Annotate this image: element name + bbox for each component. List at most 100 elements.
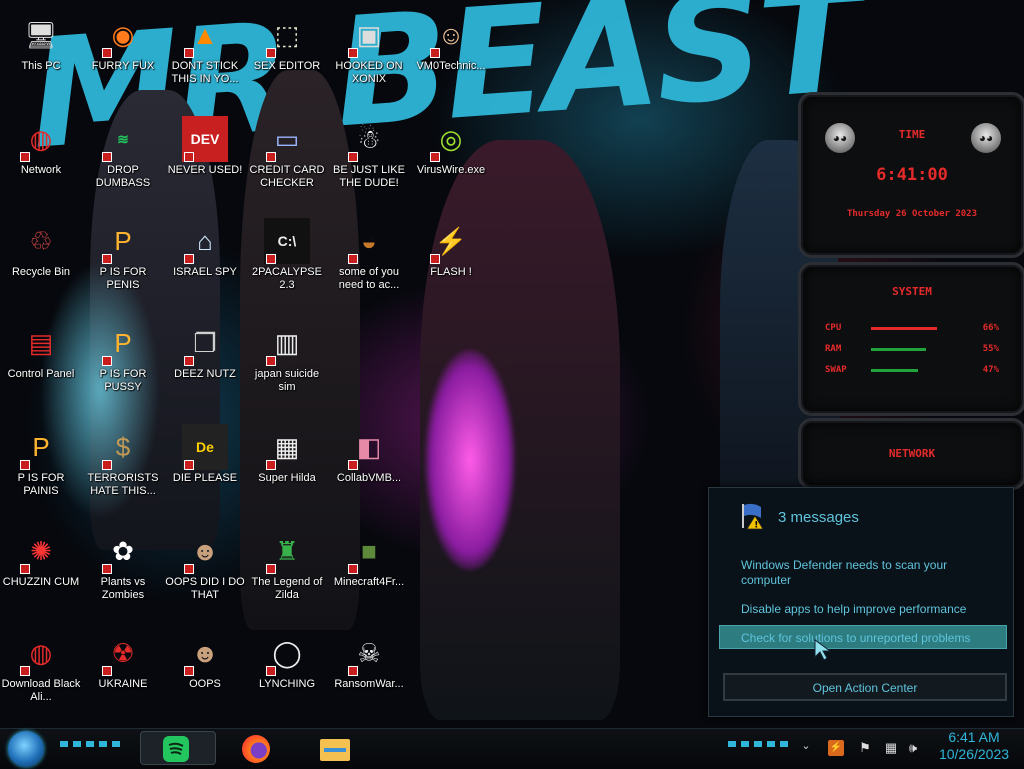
- desktop-icon-2pacalypse-2-3[interactable]: C:\ 2PACALYPSE 2.3: [246, 214, 328, 310]
- cpu-value: 66%: [982, 323, 999, 333]
- tray-firewall-icon[interactable]: ⚡: [828, 740, 844, 756]
- desktop-icon-label: RansomWar...: [334, 678, 404, 690]
- desktop-icon-die-please[interactable]: De DIE PLEASE: [164, 420, 246, 516]
- desktop-icon-ukraine[interactable]: ☢ UKRAINE: [82, 626, 164, 722]
- taskbar-button-explorer[interactable]: [318, 733, 352, 765]
- recycle-icon: ♲: [29, 225, 53, 256]
- shortcut-arrow-icon: [20, 666, 30, 676]
- desktop-icon-label: P IS FOR PAINIS: [17, 472, 65, 497]
- swap-value: 47%: [982, 365, 999, 375]
- desktop-icon-super-hilda[interactable]: ▦ Super Hilda: [246, 420, 328, 516]
- shortcut-arrow-icon: [430, 48, 440, 58]
- desktop-icon-plants-vs-zombies[interactable]: ✿ Plants vs Zombies: [82, 524, 164, 620]
- shortcut-arrow-icon: [348, 48, 358, 58]
- desktop-icon-this-pc[interactable]: 🖥 This PC: [0, 8, 82, 104]
- money-bag-icon: $: [100, 424, 146, 470]
- shortcut-arrow-icon: [348, 460, 358, 470]
- desktop-icon-oops[interactable]: ☻ OOPS: [164, 626, 246, 722]
- desktop-icon-download-black-ali[interactable]: ◍ Download Black Ali...: [0, 626, 82, 722]
- desktop-icon-drop-dumbass[interactable]: ≋ DROP DUMBASS: [82, 112, 164, 208]
- radiation-icon: ☢: [100, 630, 146, 676]
- desktop-icon-label: Recycle Bin: [11, 266, 71, 278]
- flash-icon: ⚡: [428, 218, 474, 264]
- start-button[interactable]: [8, 731, 44, 767]
- desktop-icon-some-of-you-need-to-ac[interactable]: ◒ some of you need to ac...: [328, 214, 410, 310]
- desktop-icon-sex-editor[interactable]: ⬚ SEX EDITOR: [246, 8, 328, 104]
- vlc-icon: ▲: [182, 12, 228, 58]
- desktop-icon-label: CHUZZIN CUM: [2, 576, 80, 588]
- desktop-icon-be-just-like-the-dude[interactable]: ☃ BE JUST LIKE THE DUDE!: [328, 112, 410, 208]
- notification-message-disable-apps[interactable]: Disable apps to help improve performance: [741, 602, 1001, 617]
- desktop-icon-label: some of you need to ac...: [338, 266, 400, 291]
- shortcut-arrow-icon: [266, 48, 276, 58]
- dev-icon: DEV: [182, 116, 228, 162]
- desktop-icon-label: Minecraft4Fr...: [333, 576, 405, 588]
- cpu-bar: [871, 327, 937, 330]
- desktop-icon-control-panel[interactable]: ▤ Control Panel: [0, 316, 82, 412]
- clock-date: 10/26/2023: [938, 746, 1010, 762]
- desktop-icon-never-used[interactable]: DEV NEVER USED!: [164, 112, 246, 208]
- show-hidden-icons-button[interactable]: ⌄: [798, 739, 814, 755]
- desktop-icon-dont-stick-this-in-yo[interactable]: ▲ DONT STICK THIS IN YO...: [164, 8, 246, 104]
- open-action-center-button[interactable]: Open Action Center: [723, 673, 1007, 701]
- desktop-icon-p-is-for-painis[interactable]: PP IS FOR PAINIS: [0, 420, 82, 516]
- desktop-icon-credit-card-checker[interactable]: ▭ CREDIT CARD CHECKER: [246, 112, 328, 208]
- spotify-icon: [163, 736, 189, 762]
- desktop-icon-hooked-on-xonix[interactable]: ▣ HOOKED ON XONIX: [328, 8, 410, 104]
- control-panel-icon: ▤: [28, 327, 54, 358]
- desktop-icon-label: japan suicide sim: [254, 368, 320, 393]
- clock[interactable]: 6:41 AM 10/26/2023: [928, 729, 1020, 763]
- desktop-icon-furry-fux[interactable]: ◉ FURRY FUX: [82, 8, 164, 104]
- credit-card-icon: ▭: [264, 116, 310, 162]
- desktop-icon-japan-suicide-sim[interactable]: ▥ japan suicide sim: [246, 316, 328, 412]
- taskbar-button-firefox[interactable]: [240, 733, 272, 765]
- desktop-icon-chuzzin-cum[interactable]: ✺ CHUZZIN CUM: [0, 524, 82, 620]
- shortcut-arrow-icon: [348, 152, 358, 162]
- desktop-icon-recycle-bin[interactable]: ♲ Recycle Bin: [0, 214, 82, 310]
- chuzzle-icon: ✺: [18, 528, 64, 574]
- shortcut-arrow-icon: [184, 460, 194, 470]
- desktop-icon-ransomwar[interactable]: ☠ RansomWar...: [328, 626, 410, 722]
- desktop-icon-the-legend-of-zilda[interactable]: ♜ The Legend of Zilda: [246, 524, 328, 620]
- network-title: NETWORK: [888, 447, 936, 460]
- desktop-icon-flash[interactable]: ⚡ FLASH !: [410, 214, 492, 310]
- de-icon: De: [182, 424, 228, 470]
- desktop-icon-label: FURRY FUX: [91, 60, 155, 72]
- shortcut-arrow-icon: [184, 356, 194, 366]
- desktop-icon-deez-nutz[interactable]: ❐ DEEZ NUTZ: [164, 316, 246, 412]
- swap-label: SWAP: [825, 365, 847, 375]
- desktop-icon-p-is-for-penis[interactable]: PP IS FOR PENIS: [82, 214, 164, 310]
- alienware-icon: ◍: [18, 116, 64, 162]
- desktop-icon-network[interactable]: ◍ Network: [0, 112, 82, 208]
- tray-volume-icon[interactable]: 🕪: [905, 740, 921, 756]
- desktop-icon-collabvmb[interactable]: ◧ CollabVMB...: [328, 420, 410, 516]
- wallpaper-glow-purple: [425, 350, 515, 570]
- desktop-icon-p-is-for-pussy[interactable]: PP IS FOR PUSSY: [82, 316, 164, 412]
- notification-message-solutions[interactable]: Check for solutions to unreported proble…: [741, 631, 1001, 646]
- desktop-icon-label: TERRORISTS HATE THIS...: [87, 472, 159, 497]
- desktop-icon-label: This PC: [21, 60, 61, 72]
- shortcut-arrow-icon: [20, 152, 30, 162]
- tray-action-center-icon[interactable]: ⚑: [857, 740, 873, 756]
- desktop-icon-label: VirusWire.exe: [416, 164, 486, 176]
- taskbar-button-spotify[interactable]: [140, 731, 216, 765]
- cpu-label: CPU: [825, 323, 842, 333]
- desktop[interactable]: MR BEAST 🖥 This PC ◉ FURRY FUX ▲ DONT STICK T…: [0, 0, 1024, 728]
- desktop-icon-label: FLASH !: [430, 266, 472, 278]
- system-gadget[interactable]: SYSTEM CPU 66% RAM 55% SWAP 47%: [798, 262, 1024, 416]
- computer-icon: 🖥: [24, 19, 58, 50]
- time-gadget[interactable]: ◕◕ ◕◕ TIME 6:41:00 Thursday 26 October 2…: [798, 92, 1024, 258]
- security-flag-icon: !: [739, 502, 769, 531]
- desktop-icon-lynching[interactable]: ◯ LYNCHING: [246, 626, 328, 722]
- tray-network-icon[interactable]: ▦: [883, 740, 899, 756]
- desktop-icon-label: BE JUST LIKE THE DUDE!: [333, 164, 405, 189]
- desktop-icon-terrorists-hate-this[interactable]: $ TERRORISTS HATE THIS...: [82, 420, 164, 516]
- desktop-icon-minecraft4fr[interactable]: ■ Minecraft4Fr...: [328, 524, 410, 620]
- desktop-icon-israel-spy[interactable]: ⌂ ISRAEL SPY: [164, 214, 246, 310]
- p-logo-icon: P: [100, 320, 146, 366]
- network-gadget[interactable]: NETWORK: [798, 418, 1024, 490]
- notification-message-defender[interactable]: Windows Defender needs to scan your comp…: [741, 558, 981, 588]
- desktop-icon-viruswire-exe[interactable]: ◎ VirusWire.exe: [410, 112, 492, 208]
- desktop-icon-oops-did-i-do-that[interactable]: ☻ OOPS DID I DO THAT: [164, 524, 246, 620]
- desktop-icon-vm0technic[interactable]: ☺ VM0Technic...: [410, 8, 492, 104]
